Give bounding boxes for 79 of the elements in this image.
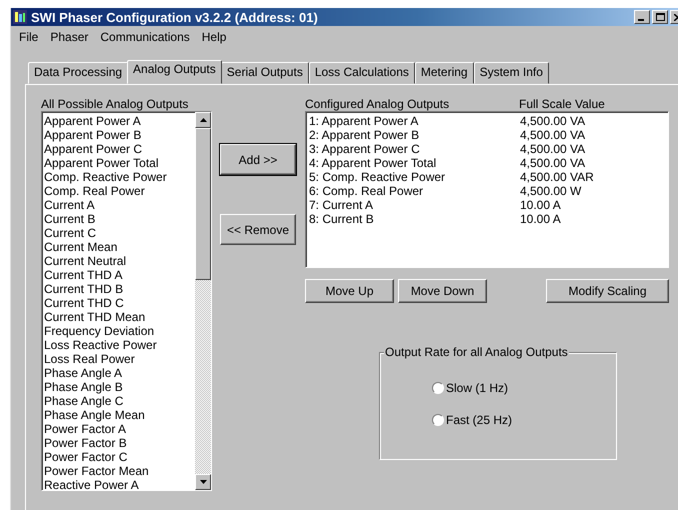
list-item[interactable]: Apparent Power A <box>44 114 193 128</box>
transfer-button[interactable]: Add >> <box>220 144 296 175</box>
tab[interactable]: System Info <box>474 62 549 84</box>
menu-item[interactable]: File <box>19 30 38 46</box>
output-name[interactable]: 2: Apparent Power B <box>309 128 520 142</box>
scroll-up-button[interactable] <box>195 112 211 128</box>
list-button[interactable]: Move Down <box>398 279 487 303</box>
full-scale-value: 10.00 A <box>520 198 562 212</box>
full-scale-value: 4,500.00 W <box>520 184 582 198</box>
list-label: All Possible Analog Outputs <box>41 97 190 111</box>
maximize-button[interactable] <box>652 10 668 24</box>
menu-item[interactable]: Communications <box>100 30 190 46</box>
list-button[interactable]: Move Up <box>305 279 394 303</box>
list-item[interactable]: Current B <box>44 212 193 226</box>
list-item[interactable]: Current THD Mean <box>44 310 193 324</box>
list-item[interactable]: Current C <box>44 226 193 240</box>
output-name[interactable]: 1: Apparent Power A <box>309 114 520 128</box>
list-item[interactable]: Power Factor C <box>44 450 193 464</box>
maximize-icon <box>656 13 664 21</box>
group-title: Output Rate for all Analog Outputs <box>384 345 569 359</box>
list-item[interactable]: Apparent Power B <box>44 128 193 142</box>
list-item[interactable]: Phase Angle B <box>44 380 193 394</box>
full-scale-value: 4,500.00 VA <box>520 156 586 170</box>
configured-outputs-list[interactable] <box>305 111 669 268</box>
output-name[interactable]: 7: Current A <box>309 198 520 212</box>
list-item[interactable]: Current THD C <box>44 296 193 310</box>
list-item[interactable]: Comp. Reactive Power <box>44 170 193 184</box>
scrollbar[interactable] <box>195 112 211 490</box>
list-item[interactable]: Current A <box>44 198 193 212</box>
list-item[interactable]: Current Mean <box>44 240 193 254</box>
list-item[interactable]: Reactive Power A <box>44 478 193 492</box>
list-item[interactable]: Current Neutral <box>44 254 193 268</box>
list-item[interactable]: Phase Angle C <box>44 394 193 408</box>
full-scale-value: 4,500.00 VA <box>520 128 586 142</box>
output-name[interactable]: 6: Comp. Real Power <box>309 184 520 198</box>
radio-label[interactable]: Slow (1 Hz) <box>446 381 508 395</box>
list-item[interactable]: Apparent Power Total <box>44 156 193 170</box>
list-item[interactable]: Current THD B <box>44 282 193 296</box>
full-scale-value: 4,500.00 VA <box>520 142 586 156</box>
column-label: Full Scale Value <box>519 97 606 111</box>
minimize-button[interactable] <box>634 10 650 24</box>
tab[interactable]: Serial Outputs <box>220 62 309 84</box>
available-outputs-list[interactable] <box>41 111 212 491</box>
transfer-button[interactable]: << Remove <box>220 214 296 245</box>
full-scale-value: 4,500.00 VAR <box>520 170 595 184</box>
radio-button[interactable] <box>432 414 444 426</box>
list-item[interactable]: Power Factor B <box>44 436 193 450</box>
list-item[interactable]: Comp. Real Power <box>44 184 193 198</box>
list-item[interactable]: Phase Angle A <box>44 366 193 380</box>
scroll-thumb[interactable] <box>195 128 211 280</box>
tab[interactable]: Analog Outputs <box>127 60 222 84</box>
tab[interactable]: Data Processing <box>28 62 128 84</box>
list-label: Configured Analog Outputs <box>305 97 450 111</box>
list-item[interactable]: Loss Real Power <box>44 352 193 366</box>
menu-item[interactable]: Help <box>202 30 226 46</box>
list-item[interactable]: Power Factor Mean <box>44 464 193 478</box>
list-item[interactable]: Apparent Power C <box>44 142 193 156</box>
full-scale-value: 10.00 A <box>520 212 562 226</box>
list-item[interactable]: Loss Reactive Power <box>44 338 193 352</box>
list-item[interactable]: Phase Angle Mean <box>44 408 193 422</box>
output-name[interactable]: 5: Comp. Reactive Power <box>309 170 520 184</box>
output-name[interactable]: 8: Current B <box>309 212 520 226</box>
radio-button[interactable] <box>432 382 444 394</box>
list-item[interactable]: Power Factor A <box>44 422 193 436</box>
window-title: SWI Phaser Configuration v3.2.2 (Address: 01) <box>31 10 319 24</box>
list-button[interactable]: Modify Scaling <box>546 279 669 303</box>
full-scale-value: 4,500.00 VA <box>520 114 586 128</box>
output-name[interactable]: 4: Apparent Power Total <box>309 156 520 170</box>
list-item[interactable]: Current THD A <box>44 268 193 282</box>
tab[interactable]: Loss Calculations <box>308 62 415 84</box>
up-arrow-icon <box>200 118 206 122</box>
menu-item[interactable]: Phaser <box>50 30 88 46</box>
tab[interactable]: Metering <box>414 62 474 84</box>
list-item[interactable]: Frequency Deviation <box>44 324 193 338</box>
radio-label[interactable]: Fast (25 Hz) <box>446 413 512 427</box>
output-name[interactable]: 3: Apparent Power C <box>309 142 520 156</box>
down-arrow-icon <box>200 480 206 484</box>
app-icon <box>13 10 27 24</box>
scroll-down-button[interactable] <box>195 474 211 490</box>
